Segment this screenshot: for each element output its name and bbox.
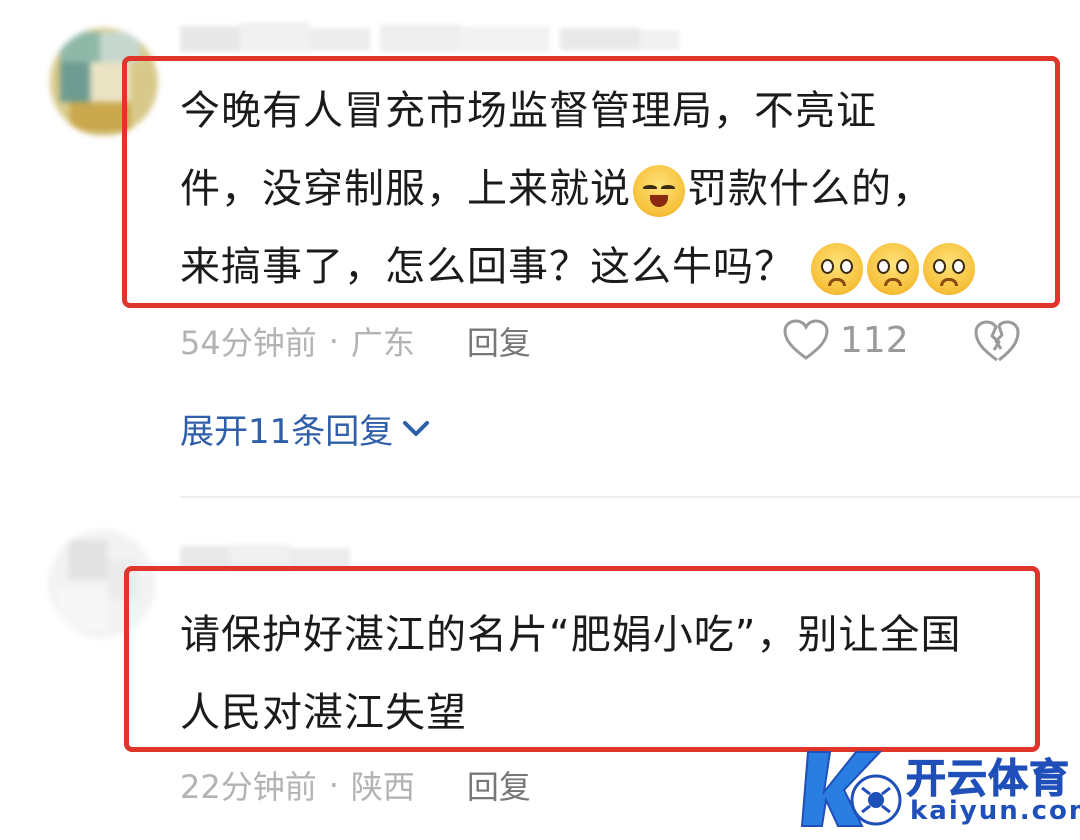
comment-line: 来搞事了，怎么回事？这么牛吗？ (180, 228, 1040, 306)
laughing-emoji-icon (633, 165, 685, 217)
comment-line-part: 来搞事了，怎么回事？这么牛吗？ (180, 244, 795, 290)
timestamp: 22分钟前 (180, 768, 317, 806)
dislike-button[interactable] (972, 318, 1022, 368)
timestamp: 54分钟前 (180, 324, 317, 362)
comment-meta: 22分钟前 · 陕西 回复 (180, 762, 531, 808)
expand-replies-link[interactable]: 展开11条回复 (180, 404, 431, 453)
chevron-down-icon (403, 420, 430, 436)
like-button[interactable]: 112 (782, 318, 909, 362)
watermark-brand-en: kaiyun.com (910, 796, 1080, 826)
expand-label: 展开11条回复 (180, 412, 394, 452)
comment-text: 请保护好湛江的名片“肥娟小吃”，别让全国 人民对湛江失望 (180, 596, 1040, 752)
broken-heart-icon (974, 320, 1020, 362)
divider (180, 496, 1080, 498)
comment-line: 请保护好湛江的名片“肥娟小吃”，别让全国 (180, 612, 962, 658)
comment-line-part: 罚款什么的， (687, 166, 933, 212)
kaiyun-logo-icon (800, 751, 902, 827)
comment-meta: 54分钟前 · 广东 回复 (180, 318, 531, 364)
heart-icon (783, 319, 829, 360)
comment-line: 今晚有人冒充市场监督管理局，不亮证 (180, 88, 877, 134)
pleading-emoji-icon (866, 243, 919, 295)
separator: · (328, 322, 339, 360)
username-blurred (180, 18, 690, 58)
comment-line-part: 件，没穿制服，上来就说 (180, 166, 631, 212)
reply-button[interactable]: 回复 (467, 318, 531, 364)
pleading-emoji-icon (922, 243, 975, 295)
separator: · (328, 766, 339, 804)
reply-button[interactable]: 回复 (467, 762, 531, 808)
location: 陕西 (350, 768, 415, 806)
pleading-emoji-icon (810, 243, 863, 295)
comment-line: 件，没穿制服，上来就说 罚款什么的， (180, 150, 1040, 228)
watermark: 开云体育 kaiyun.com (800, 740, 1080, 836)
comment-text: 今晚有人冒充市场监督管理局，不亮证 件，没穿制服，上来就说 罚款什么的， 来搞事了… (180, 72, 1040, 306)
like-count: 112 (840, 319, 909, 361)
location: 广东 (350, 324, 415, 362)
